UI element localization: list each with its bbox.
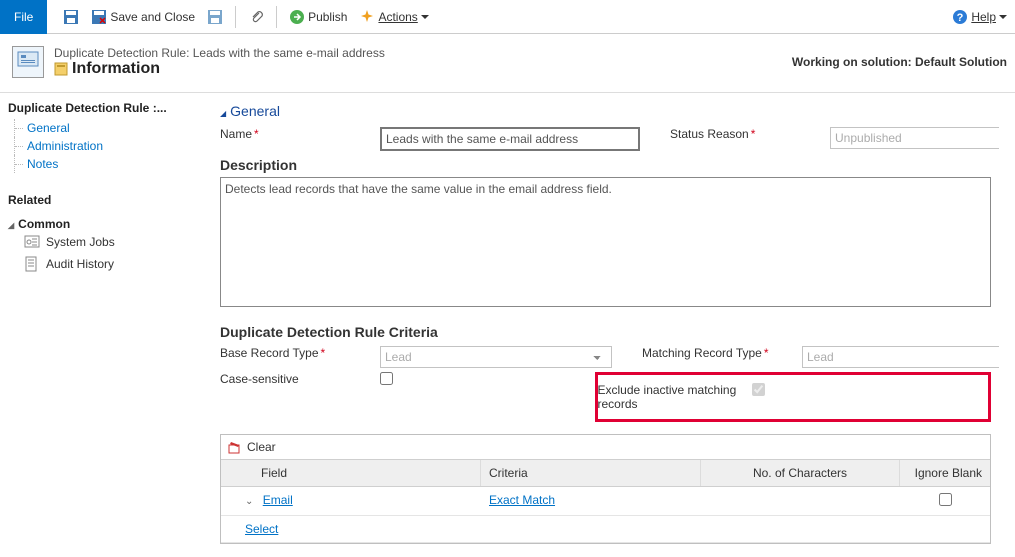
clear-button[interactable]: Clear [247, 440, 276, 454]
header-breadcrumb: Duplicate Detection Rule: Leads with the… [54, 46, 792, 60]
attach-button[interactable] [242, 3, 270, 31]
solution-label: Working on solution: Default Solution [792, 55, 1007, 69]
form-icon [54, 62, 68, 76]
exclude-checkbox[interactable] [752, 383, 765, 396]
help-label: Help [971, 10, 996, 24]
base-type-select[interactable]: Lead [380, 346, 612, 368]
criteria-link[interactable]: Exact Match [489, 493, 555, 507]
save-as-button[interactable] [201, 3, 229, 31]
criteria-toolbar: Clear [221, 435, 990, 460]
page-title: Information [72, 60, 160, 78]
save-close-icon [91, 9, 107, 25]
field-select-link[interactable]: Select [245, 522, 278, 536]
case-sensitive-checkbox[interactable] [380, 372, 393, 385]
entity-icon [12, 46, 44, 78]
nav-breadcrumb: Duplicate Detection Rule :... [8, 101, 206, 119]
paperclip-icon [248, 9, 264, 25]
file-tab[interactable]: File [0, 0, 47, 34]
svg-text:?: ? [957, 12, 964, 24]
name-label: Name* [220, 127, 380, 141]
field-link[interactable]: Email [263, 493, 293, 507]
left-nav: Duplicate Detection Rule :... General Ad… [0, 93, 210, 552]
chevron-down-icon [999, 15, 1007, 19]
nav-item-label: System Jobs [46, 235, 115, 249]
nav-item-general[interactable]: General [14, 119, 206, 137]
ribbon: File Save and Close Publish Actions ? He… [0, 0, 1015, 34]
save-and-close-button[interactable]: Save and Close [85, 3, 201, 31]
actions-label: Actions [378, 10, 417, 24]
separator [276, 6, 277, 28]
criteria-row: Select [221, 516, 990, 543]
save-close-label: Save and Close [110, 10, 195, 24]
exclude-label: Exclude inactive matching records [598, 383, 752, 411]
separator [235, 6, 236, 28]
section-general[interactable]: General [220, 103, 991, 119]
actions-icon [359, 9, 375, 25]
audit-icon [24, 256, 40, 272]
save-button[interactable] [57, 3, 85, 31]
description-label: Description [220, 157, 991, 173]
col-ignore: Ignore Blank [900, 460, 990, 486]
criteria-heading: Duplicate Detection Rule Criteria [220, 324, 991, 340]
nav-item-audit-history[interactable]: Audit History [8, 253, 206, 275]
status-select[interactable]: Unpublished [830, 127, 1015, 149]
help-icon: ? [952, 9, 968, 25]
exclude-highlight: Exclude inactive matching records [595, 372, 992, 422]
criteria-columns: Field Criteria No. of Characters Ignore … [221, 460, 990, 487]
base-type-label: Base Record Type* [220, 346, 380, 360]
col-field: Field [221, 460, 481, 486]
clear-icon [227, 439, 243, 455]
col-chars: No. of Characters [701, 460, 900, 486]
status-label: Status Reason* [670, 127, 830, 141]
actions-button[interactable]: Actions [353, 3, 434, 31]
nav-item-notes[interactable]: Notes [14, 155, 206, 173]
nav-item-label: Audit History [46, 257, 114, 271]
name-input[interactable] [380, 127, 640, 151]
match-type-select[interactable]: Lead [802, 346, 1015, 368]
save-icon [63, 9, 79, 25]
criteria-grid: Clear Field Criteria No. of Characters I… [220, 434, 991, 544]
nav-item-administration[interactable]: Administration [14, 137, 206, 155]
case-sensitive-label: Case-sensitive [220, 372, 380, 386]
publish-icon [289, 9, 305, 25]
nav-item-system-jobs[interactable]: System Jobs [8, 231, 206, 253]
nav-related-label: Related [8, 191, 206, 209]
publish-button[interactable]: Publish [283, 3, 353, 31]
publish-label: Publish [308, 10, 347, 24]
chevron-down-icon [421, 15, 429, 19]
help-button[interactable]: ? Help [952, 9, 1007, 25]
match-type-label: Matching Record Type* [642, 346, 802, 360]
ignore-blank-checkbox[interactable] [939, 493, 952, 506]
system-jobs-icon [24, 234, 40, 250]
nav-common-header[interactable]: Common [8, 217, 206, 231]
form-main: General Name* Status Reason* Unpublished… [210, 93, 1015, 552]
col-criteria: Criteria [481, 460, 701, 486]
chevron-down-icon[interactable]: ⌄ [245, 496, 253, 507]
criteria-row: ⌄ Email Exact Match [221, 487, 990, 516]
description-textarea[interactable] [220, 177, 991, 307]
save-as-icon [207, 9, 223, 25]
page-header: Duplicate Detection Rule: Leads with the… [0, 34, 1015, 93]
